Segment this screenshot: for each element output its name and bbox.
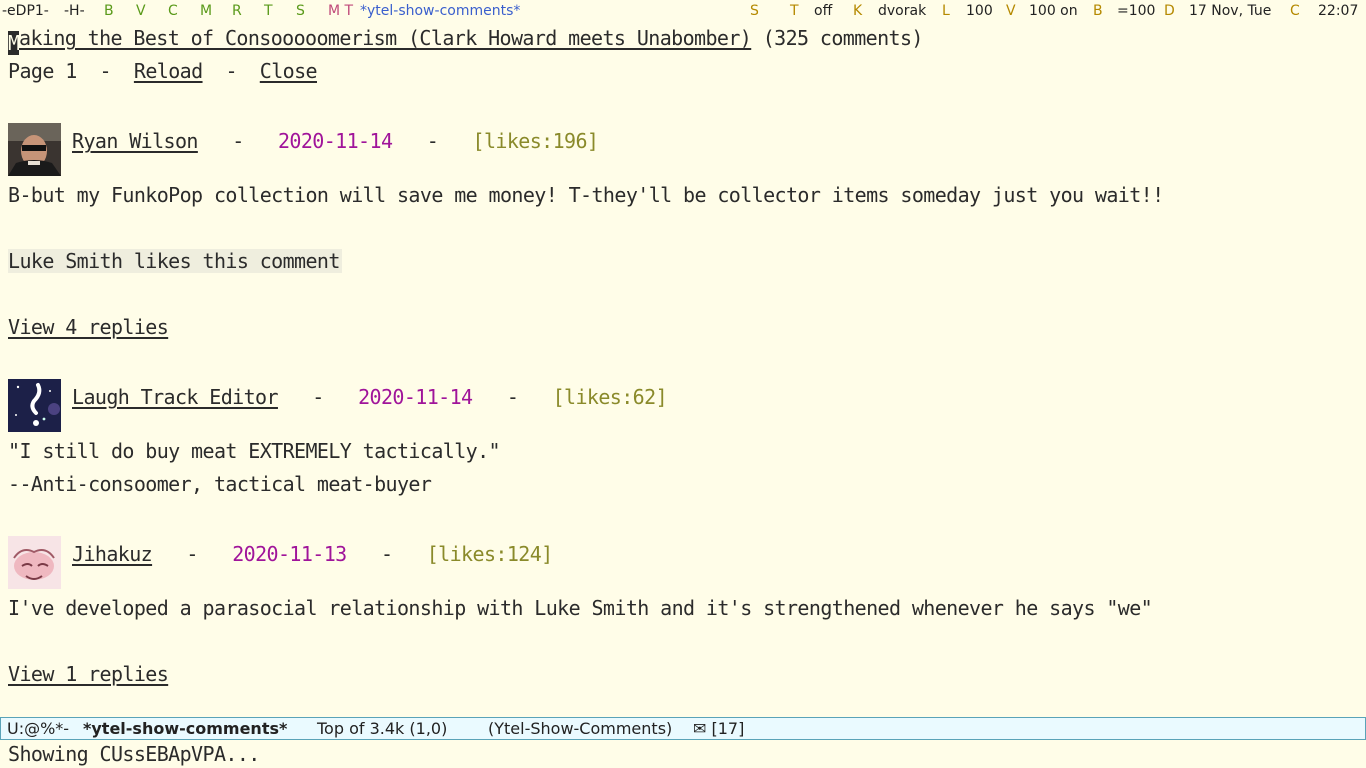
volume-value: 100 on [1029,3,1078,19]
mode-line: U:@%*- *ytel-show-comments* Top of 3.4k … [0,717,1366,740]
indicator-s-right: S [750,3,759,19]
comment-author[interactable]: Ryan Wilson [72,129,198,153]
avatar [8,123,61,176]
video-title: aking the Best of Consooooomerism (Clark… [19,26,752,50]
comment-date: 2020-11-13 [232,542,347,566]
comment-date: 2020-11-14 [277,129,393,153]
clock-value: 22:07 [1318,3,1359,19]
workspace-indicator[interactable]: -eDP1- [2,0,49,22]
separator: - [506,385,519,409]
avatar [8,536,61,589]
view-replies-link[interactable]: View 4 replies [8,315,169,339]
creator-like-notice: Luke Smith likes this comment [8,246,342,276]
comments-buffer: Making the Best of Consooooomerism (Clar… [8,22,1358,714]
indicator-mt: M T [328,3,354,19]
h-indicator: -H- [64,3,85,19]
separator: - [380,542,393,566]
comment-count: (325 comments) [762,26,924,50]
date-value: 17 Nov, Tue [1189,3,1272,19]
indicator-c: C [168,3,178,19]
comment-header: Laugh Track Editor - 2020-11-14 - [likes… [72,382,668,412]
comment-likes: [likes:196] [472,129,599,153]
comment-text: I've developed a parasocial relationship… [8,596,1153,620]
volume-label: V [1006,3,1016,19]
indicator-v: V [136,3,146,19]
light-value: 100 [966,3,993,19]
comment-author[interactable]: Laugh Track Editor [72,385,279,409]
clock-label: C [1290,3,1300,19]
video-title-link[interactable]: Making the Best of Consooooomerism (Clar… [8,26,752,55]
page-nav: Page 1 - Reload - Close [8,56,318,86]
separator: - [232,129,244,153]
replies-row: View 4 replies [8,312,169,342]
mail-indicator: ✉ [17] [693,719,745,738]
echo-area: Showing CUssEBApVPA... [8,742,260,766]
comment-header: Ryan Wilson - 2020-11-14 - [likes:196] [72,126,599,156]
page-label: Page 1 [8,59,77,83]
comment-text: B-but my FunkoPop collection will save m… [8,183,1164,207]
comment-text: --Anti-consoomer, tactical meat-buyer [8,472,432,496]
comment-text: "I still do buy meat EXTREMELY tacticall… [8,439,501,463]
comment-likes: [likes:124] [426,542,553,566]
separator: - [186,542,198,566]
replies-row: View 1 replies [8,659,169,689]
indicator-s: S [296,3,305,19]
buffer-state: U:@%*- [7,719,70,738]
view-replies-link[interactable]: View 1 replies [8,662,169,686]
separator: - [426,129,439,153]
t-value: off [814,3,833,19]
indicator-b: B [104,3,114,19]
indicator-t-right: T [790,3,799,19]
indicator-t: T [264,3,273,19]
indicator-r: R [232,3,242,19]
battery-label: B [1093,3,1103,19]
top-status-bar: -eDP1- -H- B V C M R T S M T *ytel-show-… [0,0,1366,22]
text-cursor: M [8,31,20,55]
indicator-m: M [200,3,213,19]
comment-likes: [likes:62] [552,385,668,409]
modeline-buffer-name[interactable]: *ytel-show-comments* [83,718,287,739]
avatar [8,379,61,432]
reload-button[interactable]: Reload [134,59,203,83]
separator: - [312,385,324,409]
comment-header: Jihakuz - 2020-11-13 - [likes:124] [72,539,553,569]
video-header: Making the Best of Consooooomerism (Clar… [8,23,924,55]
creator-like-text: Luke Smith likes this comment [8,249,342,273]
separator: - [225,59,237,83]
comment-date: 2020-11-14 [358,385,473,409]
buffer-position: Top of 3.4k (1,0) [317,719,448,738]
light-label: L [942,3,950,19]
major-mode[interactable]: (Ytel-Show-Comments) [488,718,672,739]
battery-value: =100 [1117,3,1156,19]
comment-author[interactable]: Jihakuz [72,542,153,566]
keyboard-label: K [853,3,863,19]
date-label: D [1164,3,1175,19]
current-buffer-name: *ytel-show-comments* [360,3,521,19]
separator: - [99,59,112,83]
keyboard-layout: dvorak [878,3,927,19]
close-button[interactable]: Close [260,59,318,83]
